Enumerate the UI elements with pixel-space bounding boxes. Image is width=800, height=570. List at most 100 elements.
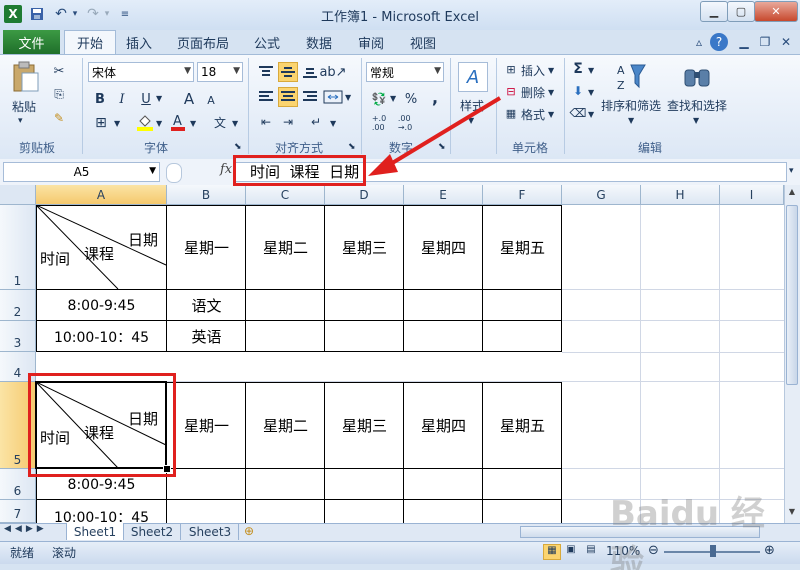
align-left-icon[interactable] <box>256 87 276 107</box>
column-header[interactable]: H <box>641 185 720 205</box>
grow-font-button[interactable]: A <box>180 90 198 108</box>
scroll-thumb[interactable] <box>786 205 798 385</box>
tab-home[interactable]: 开始 <box>64 30 116 54</box>
tab-review[interactable]: 审阅 <box>350 30 392 54</box>
autosum-dropdown-icon[interactable]: ▼ <box>588 66 594 75</box>
column-header[interactable]: B <box>167 185 246 205</box>
tab-formulas[interactable]: 公式 <box>246 30 288 54</box>
column-header[interactable]: C <box>246 185 325 205</box>
day-cell[interactable]: 星期三 <box>325 205 404 290</box>
fill-down-icon[interactable]: ⬇ <box>570 83 586 99</box>
tab-insert[interactable]: 插入 <box>118 30 160 54</box>
sort-dropdown-icon[interactable]: ▼ <box>628 116 634 125</box>
format-painter-icon[interactable]: ✎ <box>50 110 68 126</box>
doc-restore-icon[interactable]: ❐ <box>756 33 774 51</box>
column-header[interactable]: A <box>36 185 167 205</box>
wrap-text-icon[interactable]: ↵ <box>306 112 326 132</box>
subject-cell[interactable]: 英语 <box>167 321 246 352</box>
font-size-combo[interactable]: 18 ▼ <box>197 62 243 82</box>
day-cell[interactable]: 星期二 <box>246 205 325 290</box>
row-header[interactable]: 1 <box>0 205 36 290</box>
align-bottom-icon[interactable] <box>300 62 320 82</box>
maximize-button[interactable]: ▢ <box>727 1 755 22</box>
align-center-icon[interactable] <box>278 87 298 107</box>
clear-icon[interactable]: ⌫ <box>570 105 587 121</box>
select-all-button[interactable] <box>0 185 36 205</box>
doc-minimize-icon[interactable]: ▁ <box>735 33 753 51</box>
delete-cells-dropdown-icon[interactable]: ▼ <box>548 88 554 97</box>
column-header[interactable]: F <box>483 185 562 205</box>
tab-data[interactable]: 数据 <box>298 30 340 54</box>
time-cell[interactable]: 10:00-10：45 <box>36 321 167 352</box>
sort-filter-label[interactable]: 排序和筛选 <box>601 97 661 114</box>
scroll-up-icon[interactable]: ▲ <box>786 187 798 201</box>
font-dialog-launcher-icon[interactable]: ⬊ <box>234 142 242 152</box>
zoom-slider-thumb[interactable] <box>710 545 716 557</box>
day-cell[interactable]: 星期五 <box>483 205 562 290</box>
wrap-dropdown-icon[interactable]: ▼ <box>330 119 336 128</box>
insert-cells-dropdown-icon[interactable]: ▼ <box>548 66 554 75</box>
subject-cell[interactable]: 语文 <box>167 290 246 321</box>
fill-dropdown-icon[interactable]: ▼ <box>588 88 594 97</box>
alignment-dialog-launcher-icon[interactable]: ⬊ <box>348 142 356 152</box>
merge-center-icon[interactable] <box>322 87 344 107</box>
insert-cells-label[interactable]: 插入 <box>521 62 545 79</box>
expand-formula-icon[interactable]: ▾ <box>789 166 794 176</box>
day-cell[interactable]: 星期一 <box>167 205 246 290</box>
day-cell[interactable]: 星期四 <box>404 205 483 290</box>
row-header[interactable]: 3 <box>0 321 36 352</box>
sort-filter-icon[interactable]: AZ <box>614 60 648 94</box>
phonetic-icon[interactable]: 文 <box>210 112 230 132</box>
font-name-combo[interactable]: 宋体 ▼ <box>88 62 194 82</box>
formula-bar-splitter[interactable] <box>166 163 182 183</box>
time-cell[interactable]: 8:00-9:45 <box>36 290 167 321</box>
cut-icon[interactable]: ✂ <box>50 63 68 79</box>
styles-icon[interactable]: A <box>458 62 488 92</box>
tab-view[interactable]: 视图 <box>402 30 444 54</box>
sheet-tab[interactable]: Sheet2 <box>124 523 181 540</box>
autosum-button[interactable]: Σ <box>570 61 586 77</box>
shrink-font-button[interactable]: A <box>204 93 218 107</box>
bold-button[interactable]: B <box>92 90 108 108</box>
sheet-tab[interactable]: Sheet1 <box>66 523 124 540</box>
ribbon-collapse-icon[interactable]: ▵ <box>690 33 708 51</box>
align-top-icon[interactable] <box>256 62 276 82</box>
insert-cells-icon[interactable]: ⊞ <box>502 61 520 77</box>
sheet-nav-icon[interactable]: ◀◀▶▶ <box>4 524 48 534</box>
row-header[interactable]: 7 <box>0 500 36 523</box>
find-select-label[interactable]: 查找和选择 <box>667 97 727 114</box>
minimize-button[interactable]: ▁ <box>700 1 728 22</box>
tab-file[interactable]: 文件 <box>3 30 60 54</box>
delete-cells-label[interactable]: 删除 <box>521 84 545 101</box>
new-sheet-icon[interactable]: ⊕ <box>244 524 254 538</box>
number-format-combo[interactable]: 常规 ▼ <box>366 62 444 82</box>
page-layout-view-icon[interactable]: ▣ <box>563 544 579 558</box>
copy-icon[interactable]: ⎘ <box>50 86 68 102</box>
align-middle-icon[interactable] <box>278 62 298 82</box>
column-header[interactable]: D <box>325 185 404 205</box>
name-box[interactable]: A5 ▼ <box>3 162 160 182</box>
day-cell[interactable]: 星期三 <box>325 382 404 469</box>
underline-dropdown-icon[interactable]: ▼ <box>156 94 162 103</box>
normal-view-icon[interactable]: ▦ <box>543 544 561 560</box>
paste-dropdown-icon[interactable]: ▾ <box>18 116 23 126</box>
help-icon[interactable]: ? <box>710 33 728 51</box>
doc-close-icon[interactable]: ✕ <box>777 33 795 51</box>
format-cells-dropdown-icon[interactable]: ▼ <box>548 110 554 119</box>
sheet-tab[interactable]: Sheet3 <box>182 523 239 540</box>
day-cell[interactable]: 星期五 <box>483 382 562 469</box>
italic-button[interactable]: I <box>114 90 130 108</box>
column-header[interactable]: I <box>720 185 784 205</box>
align-right-icon[interactable] <box>300 87 320 107</box>
page-break-view-icon[interactable]: ▤ <box>583 544 599 558</box>
find-dropdown-icon[interactable]: ▼ <box>693 116 699 125</box>
merge-dropdown-icon[interactable]: ▼ <box>345 93 351 102</box>
day-cell[interactable]: 星期四 <box>404 382 483 469</box>
column-header[interactable]: G <box>562 185 641 205</box>
format-cells-label[interactable]: 格式 <box>521 106 545 123</box>
paste-icon[interactable] <box>8 60 42 94</box>
day-cell[interactable]: 星期二 <box>246 382 325 469</box>
orientation-icon[interactable]: ab↗ <box>319 62 346 82</box>
font-color-icon[interactable]: A <box>170 112 186 132</box>
insert-function-button[interactable]: fx <box>220 162 232 177</box>
